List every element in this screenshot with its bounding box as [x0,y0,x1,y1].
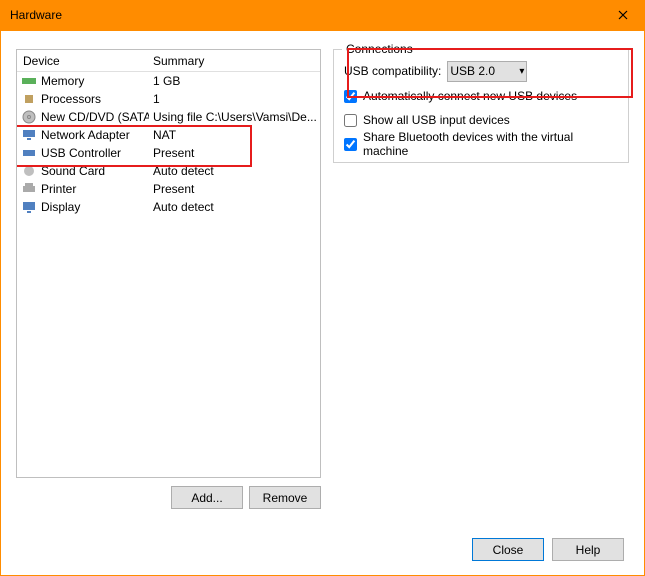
usb-icon [21,145,37,161]
printer-icon [21,181,37,197]
bottom-buttons: Close Help [472,538,624,561]
main-panel: Device Summary Memory 1 GB Processors 1 [0,30,645,576]
device-summary: NAT [149,128,320,142]
row-display[interactable]: Display Auto detect [17,198,320,216]
device-summary: Using file C:\Users\Vamsi\De... [149,110,320,124]
connections-group: Connections USB compatibility: USB 2.0 ▾… [333,49,629,163]
usb-compat-value: USB 2.0 [450,64,495,78]
row-memory[interactable]: Memory 1 GB [17,72,320,90]
device-list: Device Summary Memory 1 GB Processors 1 [16,49,321,478]
device-summary: Auto detect [149,200,320,214]
device-summary: Auto detect [149,164,320,178]
check-label: Show all USB input devices [363,113,510,127]
list-header: Device Summary [17,50,320,72]
device-label: Display [41,200,149,214]
header-device[interactable]: Device [17,54,149,68]
memory-icon [21,73,37,89]
row-printer[interactable]: Printer Present [17,180,320,198]
check-show-all[interactable]: Show all USB input devices [344,110,618,130]
device-label: New CD/DVD (SATA) [41,110,149,124]
device-label: Sound Card [41,164,149,178]
left-panel: Device Summary Memory 1 GB Processors 1 [16,49,321,509]
check-label: Automatically connect new USB devices [363,89,577,103]
usb-compat-row: USB compatibility: USB 2.0 ▾ [344,60,618,82]
usb-compat-select[interactable]: USB 2.0 ▾ [447,61,527,82]
device-rows: Memory 1 GB Processors 1 New CD/DVD (SAT… [17,72,320,216]
check-label: Share Bluetooth devices with the virtual… [363,130,618,158]
sound-icon [21,163,37,179]
row-cddvd[interactable]: New CD/DVD (SATA) Using file C:\Users\Va… [17,108,320,126]
header-summary[interactable]: Summary [149,54,320,68]
row-sound[interactable]: Sound Card Auto detect [17,162,320,180]
close-button[interactable]: Close [472,538,544,561]
device-label: Network Adapter [41,128,149,142]
right-panel: Connections USB compatibility: USB 2.0 ▾… [333,49,629,509]
help-button[interactable]: Help [552,538,624,561]
display-icon [21,199,37,215]
window-title: Hardware [10,8,600,22]
remove-button[interactable]: Remove [249,486,321,509]
row-usb[interactable]: USB Controller Present [17,144,320,162]
add-button[interactable]: Add... [171,486,243,509]
device-summary: 1 GB [149,74,320,88]
device-label: Printer [41,182,149,196]
device-label: Processors [41,92,149,106]
check-auto-connect[interactable]: Automatically connect new USB devices [344,86,618,106]
device-summary: Present [149,146,320,160]
checkbox-show-all[interactable] [344,114,357,127]
chevron-down-icon: ▾ [511,66,524,77]
group-legend: Connections [342,42,417,56]
checkbox-share-bt[interactable] [344,138,357,151]
device-summary: 1 [149,92,320,106]
titlebar: Hardware [0,0,645,30]
row-processors[interactable]: Processors 1 [17,90,320,108]
device-summary: Present [149,182,320,196]
left-buttons: Add... Remove [16,486,321,509]
device-label: USB Controller [41,146,149,160]
close-icon[interactable] [600,0,645,30]
check-share-bt[interactable]: Share Bluetooth devices with the virtual… [344,134,618,154]
row-network[interactable]: Network Adapter NAT [17,126,320,144]
checkbox-auto-connect[interactable] [344,90,357,103]
network-icon [21,127,37,143]
disc-icon [21,109,37,125]
usb-compat-label: USB compatibility: [344,64,441,78]
device-label: Memory [41,74,149,88]
cpu-icon [21,91,37,107]
